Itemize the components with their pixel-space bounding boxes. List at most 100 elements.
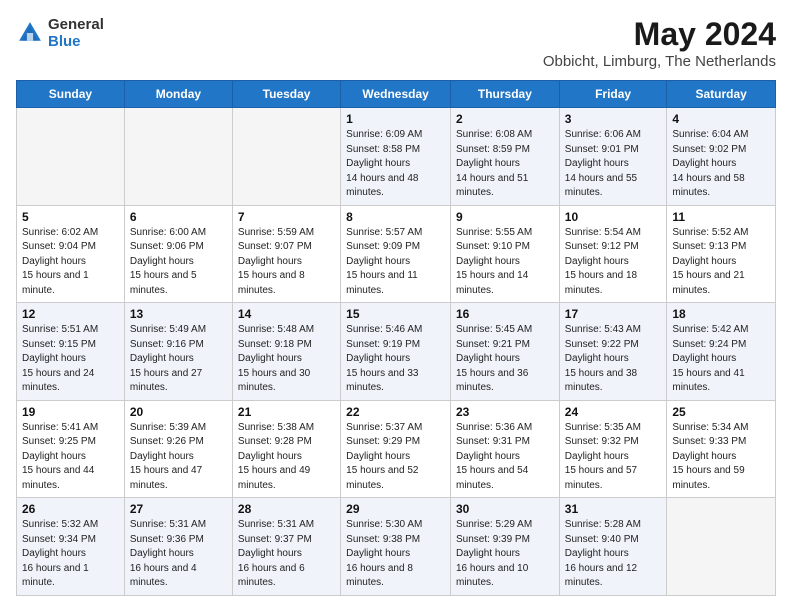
day-number: 7	[238, 210, 335, 224]
day-info: Sunrise: 5:51 AMSunset: 9:15 PMDaylight …	[22, 323, 119, 396]
day-number: 2	[456, 112, 554, 126]
day-info: Sunrise: 5:59 AMSunset: 9:07 PMDaylight …	[238, 226, 335, 299]
day-cell: 29 Sunrise: 5:30 AMSunset: 9:38 PMDayligh…	[341, 498, 451, 596]
day-number: 30	[456, 502, 554, 516]
day-number: 23	[456, 405, 554, 419]
day-info: Sunrise: 6:09 AMSunset: 8:58 PMDaylight …	[346, 128, 445, 201]
logo-icon	[16, 19, 44, 47]
day-of-week-monday: Monday	[124, 81, 232, 108]
day-cell: 25 Sunrise: 5:34 AMSunset: 9:33 PMDayligh…	[667, 400, 776, 498]
day-info: Sunrise: 5:55 AMSunset: 9:10 PMDaylight …	[456, 226, 554, 299]
day-info: Sunrise: 5:31 AMSunset: 9:37 PMDaylight …	[238, 518, 335, 591]
header: General Blue May 2024 Obbicht, Limburg, …	[16, 16, 776, 70]
calendar-title: May 2024	[543, 16, 776, 53]
day-info: Sunrise: 6:04 AMSunset: 9:02 PMDaylight …	[672, 128, 770, 201]
day-info: Sunrise: 5:37 AMSunset: 9:29 PMDaylight …	[346, 421, 445, 494]
day-info: Sunrise: 5:30 AMSunset: 9:38 PMDaylight …	[346, 518, 445, 591]
week-row-4: 19 Sunrise: 5:41 AMSunset: 9:25 PMDayligh…	[17, 400, 776, 498]
day-cell: 15 Sunrise: 5:46 AMSunset: 9:19 PMDayligh…	[341, 303, 451, 401]
week-row-3: 12 Sunrise: 5:51 AMSunset: 9:15 PMDayligh…	[17, 303, 776, 401]
day-number: 16	[456, 307, 554, 321]
day-number: 25	[672, 405, 770, 419]
day-number: 13	[130, 307, 227, 321]
day-cell	[17, 108, 125, 206]
day-number: 4	[672, 112, 770, 126]
day-number: 11	[672, 210, 770, 224]
day-info: Sunrise: 5:48 AMSunset: 9:18 PMDaylight …	[238, 323, 335, 396]
day-number: 22	[346, 405, 445, 419]
day-cell: 28 Sunrise: 5:31 AMSunset: 9:37 PMDayligh…	[232, 498, 340, 596]
day-number: 31	[565, 502, 662, 516]
day-cell: 11 Sunrise: 5:52 AMSunset: 9:13 PMDayligh…	[667, 205, 776, 303]
day-number: 19	[22, 405, 119, 419]
day-info: Sunrise: 5:38 AMSunset: 9:28 PMDaylight …	[238, 421, 335, 494]
day-cell: 31Sunrise: 5:28 AMSunset: 9:40 PMDayligh…	[559, 498, 667, 596]
day-cell: 8 Sunrise: 5:57 AMSunset: 9:09 PMDaylight…	[341, 205, 451, 303]
day-info: Sunrise: 5:45 AMSunset: 9:21 PMDaylight …	[456, 323, 554, 396]
day-cell: 30Sunrise: 5:29 AMSunset: 9:39 PMDayligh…	[451, 498, 560, 596]
day-cell: 5Sunrise: 6:02 AMSunset: 9:04 PMDaylight…	[17, 205, 125, 303]
day-number: 28	[238, 502, 335, 516]
day-number: 24	[565, 405, 662, 419]
day-info: Sunrise: 6:00 AMSunset: 9:06 PMDaylight …	[130, 226, 227, 299]
day-number: 18	[672, 307, 770, 321]
day-cell: 16 Sunrise: 5:45 AMSunset: 9:21 PMDayligh…	[451, 303, 560, 401]
logo: General Blue	[16, 16, 104, 50]
day-cell: 13 Sunrise: 5:49 AMSunset: 9:16 PMDayligh…	[124, 303, 232, 401]
day-cell: 3Sunrise: 6:06 AMSunset: 9:01 PMDaylight…	[559, 108, 667, 206]
day-cell: 27Sunrise: 5:31 AMSunset: 9:36 PMDayligh…	[124, 498, 232, 596]
day-cell: 17Sunrise: 5:43 AMSunset: 9:22 PMDayligh…	[559, 303, 667, 401]
day-info: Sunrise: 6:02 AMSunset: 9:04 PMDaylight …	[22, 226, 119, 299]
week-row-5: 26Sunrise: 5:32 AMSunset: 9:34 PMDayligh…	[17, 498, 776, 596]
day-cell: 12 Sunrise: 5:51 AMSunset: 9:15 PMDayligh…	[17, 303, 125, 401]
day-info: Sunrise: 6:08 AMSunset: 8:59 PMDaylight …	[456, 128, 554, 201]
day-cell: 20 Sunrise: 5:39 AMSunset: 9:26 PMDayligh…	[124, 400, 232, 498]
day-info: Sunrise: 5:52 AMSunset: 9:13 PMDaylight …	[672, 226, 770, 299]
day-number: 6	[130, 210, 227, 224]
day-cell: 18 Sunrise: 5:42 AMSunset: 9:24 PMDayligh…	[667, 303, 776, 401]
day-number: 10	[565, 210, 662, 224]
day-cell: 7 Sunrise: 5:59 AMSunset: 9:07 PMDaylight…	[232, 205, 340, 303]
day-number: 29	[346, 502, 445, 516]
day-cell: 1 Sunrise: 6:09 AMSunset: 8:58 PMDaylight…	[341, 108, 451, 206]
calendar-table: SundayMondayTuesdayWednesdayThursdayFrid…	[16, 80, 776, 596]
day-info: Sunrise: 5:42 AMSunset: 9:24 PMDaylight …	[672, 323, 770, 396]
day-info: Sunrise: 5:54 AMSunset: 9:12 PMDaylight …	[565, 226, 662, 299]
day-cell: 10 Sunrise: 5:54 AMSunset: 9:12 PMDayligh…	[559, 205, 667, 303]
day-number: 1	[346, 112, 445, 126]
day-of-week-sunday: Sunday	[17, 81, 125, 108]
logo-text: General Blue	[48, 16, 104, 50]
day-info: Sunrise: 5:31 AMSunset: 9:36 PMDaylight …	[130, 518, 227, 591]
day-number: 14	[238, 307, 335, 321]
day-cell: 21 Sunrise: 5:38 AMSunset: 9:28 PMDayligh…	[232, 400, 340, 498]
day-cell: 24 Sunrise: 5:35 AMSunset: 9:32 PMDayligh…	[559, 400, 667, 498]
day-info: Sunrise: 5:39 AMSunset: 9:26 PMDaylight …	[130, 421, 227, 494]
day-cell: 9Sunrise: 5:55 AMSunset: 9:10 PMDaylight…	[451, 205, 560, 303]
day-info: Sunrise: 5:36 AMSunset: 9:31 PMDaylight …	[456, 421, 554, 494]
title-block: May 2024 Obbicht, Limburg, The Netherlan…	[543, 16, 776, 70]
day-of-week-saturday: Saturday	[667, 81, 776, 108]
day-of-week-tuesday: Tuesday	[232, 81, 340, 108]
day-number: 26	[22, 502, 119, 516]
day-info: Sunrise: 5:34 AMSunset: 9:33 PMDaylight …	[672, 421, 770, 494]
day-info: Sunrise: 5:35 AMSunset: 9:32 PMDaylight …	[565, 421, 662, 494]
day-number: 15	[346, 307, 445, 321]
day-info: Sunrise: 5:49 AMSunset: 9:16 PMDaylight …	[130, 323, 227, 396]
day-number: 17	[565, 307, 662, 321]
day-of-week-wednesday: Wednesday	[341, 81, 451, 108]
week-row-1: 1 Sunrise: 6:09 AMSunset: 8:58 PMDaylight…	[17, 108, 776, 206]
day-cell: 14 Sunrise: 5:48 AMSunset: 9:18 PMDayligh…	[232, 303, 340, 401]
day-info: Sunrise: 5:41 AMSunset: 9:25 PMDaylight …	[22, 421, 119, 494]
day-number: 8	[346, 210, 445, 224]
day-cell: 23 Sunrise: 5:36 AMSunset: 9:31 PMDayligh…	[451, 400, 560, 498]
day-of-week-friday: Friday	[559, 81, 667, 108]
day-cell: 4 Sunrise: 6:04 AMSunset: 9:02 PMDaylight…	[667, 108, 776, 206]
day-info: Sunrise: 5:46 AMSunset: 9:19 PMDaylight …	[346, 323, 445, 396]
day-number: 20	[130, 405, 227, 419]
day-number: 21	[238, 405, 335, 419]
day-cell: 26Sunrise: 5:32 AMSunset: 9:34 PMDayligh…	[17, 498, 125, 596]
day-cell	[232, 108, 340, 206]
day-info: Sunrise: 6:06 AMSunset: 9:01 PMDaylight …	[565, 128, 662, 201]
day-number: 12	[22, 307, 119, 321]
day-info: Sunrise: 5:57 AMSunset: 9:09 PMDaylight …	[346, 226, 445, 299]
